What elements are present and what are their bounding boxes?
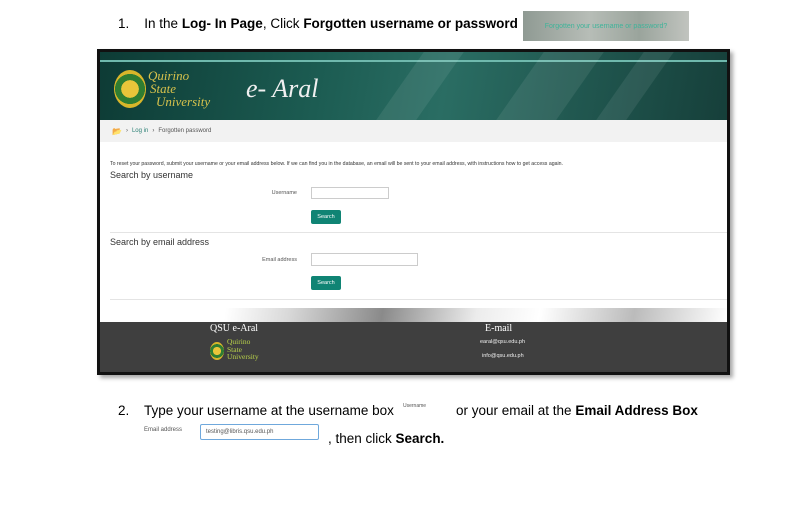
university-name-logo: Quirino State University [148,69,210,108]
folder-icon[interactable]: 📂 [112,127,122,136]
step-bold-email-box: Email Address Box [575,403,698,418]
footer-university-logo: Quirino State University [227,338,259,361]
university-seal-logo [114,70,146,108]
section-title-email: Search by email address [110,237,210,247]
step-bold-search: Search. [395,431,445,446]
breadcrumb-current: Forgotten password [158,128,212,134]
uni-line: University [227,352,259,361]
username-input[interactable] [311,187,389,199]
step-1-instruction: 1. In the Log- In Page, Click Forgotten … [118,16,518,31]
step-number: 1. [118,16,130,31]
step-2-continued: or your email at the Email Address Box [456,403,698,418]
footer-heading-qsu: QSU e-Aral [210,323,259,334]
section-title-username: Search by username [110,170,194,180]
footer-seal-logo [210,342,224,360]
step-2-final: , then click Search. [328,431,444,446]
footer-email-info[interactable]: info@qsu.edu.ph [482,353,524,359]
step-2-instruction: 2. Type your username at the username bo… [118,403,394,418]
uni-line: University [156,94,211,109]
step-text: , Click [262,16,304,31]
email-label-thumbnail: Email address [144,427,183,433]
site-footer: QSU e-Aral Quirino State University E-ma… [100,322,727,372]
forgotten-link-text: Forgotten your username or password? [544,22,668,30]
username-box-thumbnail: Username [403,403,427,409]
step-text: or your email at the [456,403,576,418]
site-title: e- Aral [246,74,319,103]
forgotten-link-thumbnail: Forgotten your username or password? [523,11,689,41]
forgot-password-screenshot: Quirino State University e- Aral 📂 › Log… [97,49,730,375]
section-divider [110,232,727,233]
breadcrumb-login-link[interactable]: Log in [132,128,148,134]
footer-decoration [100,308,727,322]
site-banner: Quirino State University e- Aral [100,52,727,120]
breadcrumb: 📂 › Log in › Forgotten password [100,120,727,142]
footer-email-earal[interactable]: earal@qsu.edu.ph [480,339,525,345]
footer-heading-email: E-mail [485,323,513,334]
step-text: Type your username at the username box [144,403,394,418]
email-input-value: testing@libris.qsu.edu.ph [206,429,274,435]
email-input-thumbnail: testing@libris.qsu.edu.ph [200,424,319,440]
step-bold-login-page: Log- In Page [181,16,263,31]
breadcrumb-separator: › [125,128,128,134]
step-number: 2. [118,403,130,418]
section-divider [110,299,727,300]
email-label: Email address [262,256,297,263]
instructions-text: To reset your password, submit your user… [110,161,563,167]
username-label: Username [271,190,297,196]
step-bold-forgotten: Forgotten username or password [303,16,518,31]
search-username-button[interactable]: Search [311,210,341,224]
search-email-button[interactable]: Search [311,276,341,290]
step-text: In the [144,16,182,31]
email-input[interactable] [311,253,418,266]
step-text: , then click [328,431,396,446]
breadcrumb-separator: › [152,128,155,134]
